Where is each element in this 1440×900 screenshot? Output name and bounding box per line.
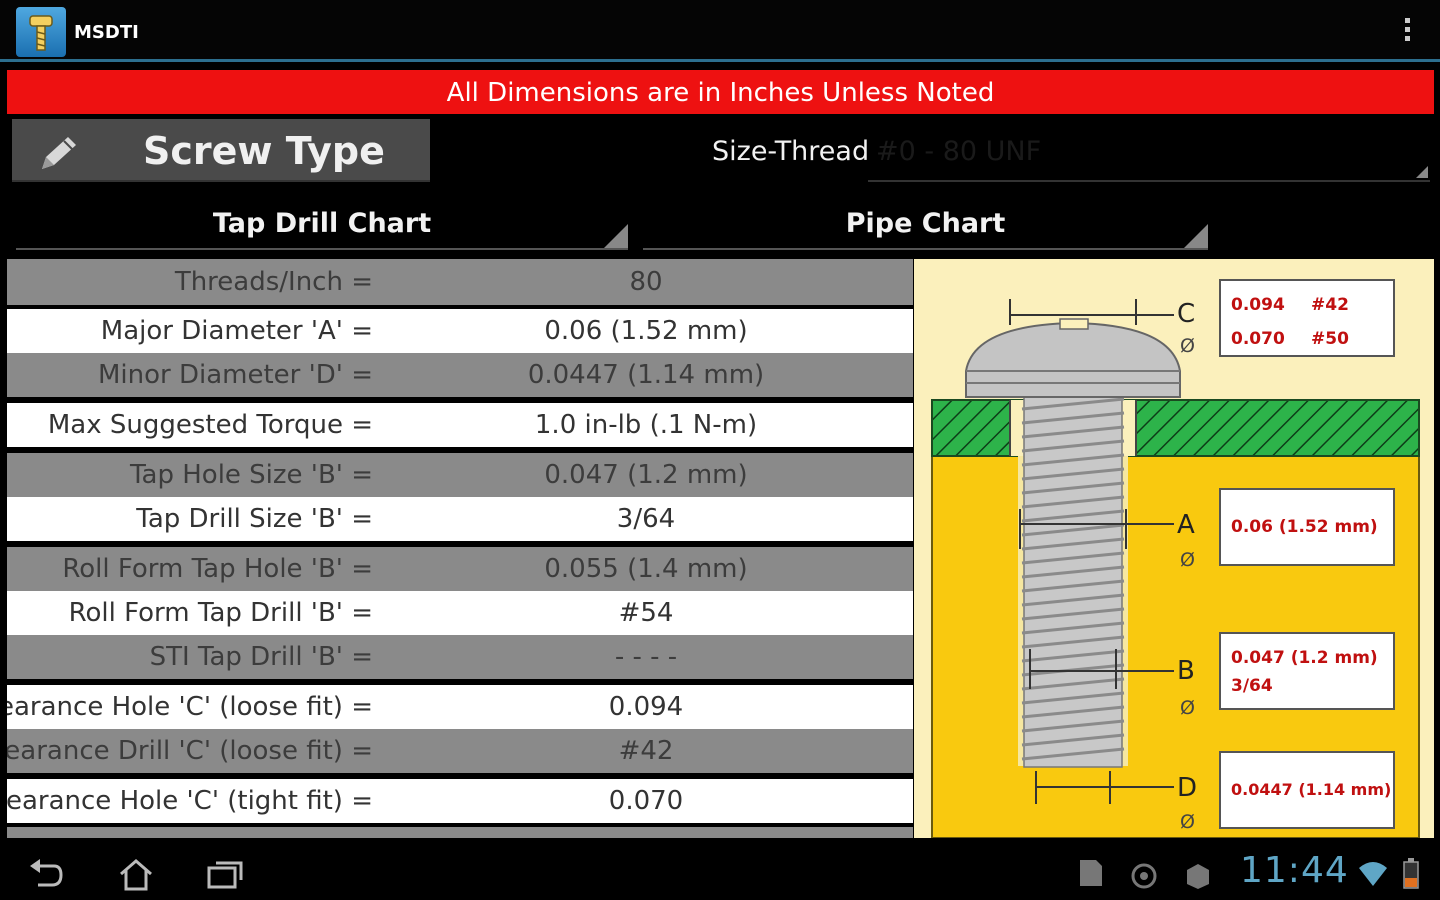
diameter-symbol: Ø bbox=[1180, 549, 1195, 571]
table-row: Tap Hole Size 'B' = 0.047 (1.2 mm) bbox=[7, 453, 913, 497]
table-row: Clearance Drill 'C' (loose fit) = #42 bbox=[7, 729, 913, 773]
overflow-menu-icon[interactable] bbox=[1404, 18, 1412, 46]
dim-letter-c: C bbox=[1177, 299, 1196, 329]
dim-letter-a: A bbox=[1177, 510, 1195, 540]
system-nav-bar: 11:44 bbox=[0, 848, 1440, 900]
size-thread-label: Size-Thread bbox=[712, 136, 870, 167]
status-clock: 11:44 bbox=[1240, 850, 1349, 891]
minor-diameter-box: 0.0447 (1.14 mm) bbox=[1219, 751, 1395, 829]
row-value: 0.06 (1.52 mm) bbox=[544, 316, 748, 346]
table-row: Roll Form Tap Hole 'B' = 0.055 (1.4 mm) bbox=[7, 547, 913, 591]
notification-icon bbox=[1130, 862, 1158, 894]
sd-card-icon bbox=[1076, 858, 1104, 892]
tap-drill-chart-dropdown[interactable]: Tap Drill Chart bbox=[16, 198, 628, 250]
row-label: Minor Diameter 'D' = bbox=[97, 360, 373, 390]
row-label: Tap Hole Size 'B' = bbox=[129, 460, 373, 490]
row-label: Roll Form Tap Drill 'B' = bbox=[68, 598, 373, 628]
table-row: Tap Drill Size 'B' = 3/64 bbox=[7, 497, 913, 541]
clearance-tight-value: 0.070 bbox=[1231, 329, 1285, 349]
clearance-loose-drill: #42 bbox=[1311, 295, 1349, 315]
recent-apps-icon[interactable] bbox=[206, 858, 244, 894]
row-value: 3/64 bbox=[616, 504, 676, 534]
row-value: #54 bbox=[618, 598, 674, 628]
screw-diagram: C Ø A Ø B Ø D Ø 0.094 #42 0.070 #50 0.06… bbox=[914, 259, 1434, 838]
table-row-partial bbox=[7, 827, 913, 838]
row-value: 0.070 bbox=[608, 786, 684, 816]
diameter-symbol: Ø bbox=[1180, 335, 1195, 357]
dropdown-corner-icon bbox=[1416, 166, 1428, 178]
tap-drill-chart-label: Tap Drill Chart bbox=[212, 208, 432, 239]
table-row: Threads/Inch = 80 bbox=[7, 259, 913, 305]
row-value: 0.0447 (1.14 mm) bbox=[527, 360, 765, 390]
row-value: 80 bbox=[629, 267, 663, 297]
home-icon[interactable] bbox=[117, 858, 155, 896]
tap-hole-box: 0.047 (1.2 mm) 3/64 bbox=[1219, 632, 1395, 710]
size-thread-dropdown[interactable]: #0 - 80 UNF bbox=[868, 128, 1430, 182]
clearance-loose-value: 0.094 bbox=[1231, 295, 1285, 315]
table-row: Clearance Hole 'C' (tight fit) = 0.070 bbox=[7, 779, 913, 823]
dropdown-corner-icon bbox=[1184, 224, 1208, 248]
tap-hole-value: 0.047 (1.2 mm) bbox=[1231, 648, 1378, 668]
table-row: Clearance Hole 'C' (loose fit) = 0.094 bbox=[7, 685, 913, 729]
table-row: Max Suggested Torque = 1.0 in-lb (.1 N-m… bbox=[7, 403, 913, 447]
app-notification-icon bbox=[1184, 862, 1212, 894]
major-diameter-box: 0.06 (1.52 mm) bbox=[1219, 488, 1395, 566]
pipe-chart-dropdown[interactable]: Pipe Chart bbox=[643, 198, 1208, 250]
row-value: 0.055 (1.4 mm) bbox=[544, 554, 748, 584]
screw-type-button[interactable]: Screw Type bbox=[12, 119, 430, 182]
pencil-icon bbox=[38, 133, 82, 177]
row-label: Threads/Inch = bbox=[174, 267, 373, 297]
row-label: STI Tap Drill 'B' = bbox=[149, 642, 373, 672]
pipe-chart-label: Pipe Chart bbox=[845, 208, 1006, 239]
back-icon[interactable] bbox=[28, 858, 64, 894]
row-value: - - - - bbox=[614, 642, 678, 672]
app-icon[interactable] bbox=[16, 7, 66, 57]
size-thread-value: #0 - 80 UNF bbox=[876, 136, 1042, 167]
app-title: MSDTI bbox=[74, 22, 139, 43]
action-bar: MSDTI bbox=[0, 0, 1440, 62]
screw-data-table[interactable]: Threads/Inch = 80 Major Diameter 'A' = 0… bbox=[7, 259, 913, 838]
row-label: Clearance Drill 'C' (loose fit) = bbox=[7, 736, 373, 766]
diameter-symbol: Ø bbox=[1180, 811, 1195, 833]
row-value: 0.047 (1.2 mm) bbox=[544, 460, 748, 490]
dim-letter-d: D bbox=[1177, 773, 1198, 803]
dropdown-corner-icon bbox=[604, 224, 628, 248]
table-row: Roll Form Tap Drill 'B' = #54 bbox=[7, 591, 913, 635]
row-label: Tap Drill Size 'B' = bbox=[136, 504, 373, 534]
table-row: Minor Diameter 'D' = 0.0447 (1.14 mm) bbox=[7, 353, 913, 397]
row-label: Clearance Hole 'C' (tight fit) = bbox=[7, 786, 373, 816]
row-label: Clearance Hole 'C' (loose fit) = bbox=[7, 692, 373, 722]
row-label: Max Suggested Torque = bbox=[47, 410, 373, 440]
row-value: #42 bbox=[618, 736, 674, 766]
clearance-box: 0.094 #42 0.070 #50 bbox=[1219, 279, 1395, 357]
row-label: Major Diameter 'A' = bbox=[100, 316, 373, 346]
battery-icon bbox=[1402, 858, 1420, 894]
table-row: STI Tap Drill 'B' = - - - - bbox=[7, 635, 913, 679]
row-value: 1.0 in-lb (.1 N-m) bbox=[534, 410, 758, 440]
units-banner: All Dimensions are in Inches Unless Note… bbox=[7, 70, 1434, 114]
diameter-symbol: Ø bbox=[1180, 697, 1195, 719]
tap-drill-value: 3/64 bbox=[1231, 676, 1273, 696]
row-label: Roll Form Tap Hole 'B' = bbox=[62, 554, 373, 584]
row-value: 0.094 bbox=[608, 692, 684, 722]
wifi-icon bbox=[1358, 860, 1388, 892]
table-row: Major Diameter 'A' = 0.06 (1.52 mm) bbox=[7, 309, 913, 353]
screw-type-label: Screw Type bbox=[143, 129, 385, 173]
dim-letter-b: B bbox=[1177, 656, 1195, 686]
clearance-tight-drill: #50 bbox=[1311, 329, 1349, 349]
